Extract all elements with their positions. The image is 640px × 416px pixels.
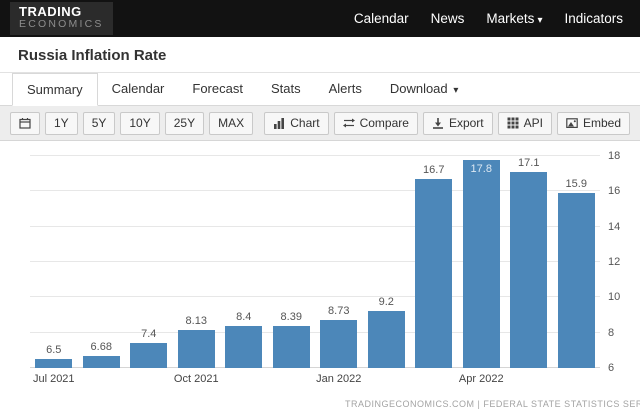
bar-rect[interactable] xyxy=(35,359,72,368)
tab-stats[interactable]: Stats xyxy=(257,73,315,105)
bar-rect[interactable] xyxy=(273,326,310,368)
chart: 6.56.687.48.138.48.398.739.216.717.817.1… xyxy=(30,156,600,389)
export-button-label: Export xyxy=(449,116,484,130)
range-5y-button[interactable]: 5Y xyxy=(83,112,116,135)
bar-feb-2022[interactable]: 9.2 xyxy=(363,156,411,368)
bar-mar-2022[interactable]: 16.7 xyxy=(410,156,458,368)
bar-rect[interactable] xyxy=(225,326,262,368)
bar-rect[interactable] xyxy=(83,356,120,368)
tab-bar: Summary Calendar Forecast Stats Alerts D… xyxy=(0,73,640,106)
download-icon xyxy=(432,117,444,129)
api-button[interactable]: API xyxy=(498,112,552,135)
export-button[interactable]: Export xyxy=(423,112,493,135)
bar-value-label: 7.4 xyxy=(117,328,181,340)
embed-button-label: Embed xyxy=(583,116,621,130)
tab-summary[interactable]: Summary xyxy=(12,73,98,106)
logo-line2: ECONOMICS xyxy=(19,19,104,31)
grid-icon xyxy=(507,117,519,129)
image-icon xyxy=(566,117,578,129)
bar-rect[interactable] xyxy=(558,193,595,368)
chevron-down-icon: ▾ xyxy=(451,85,459,96)
bar-value-label: 15.9 xyxy=(545,178,609,190)
shuffle-icon xyxy=(343,117,355,129)
bar-chart-icon xyxy=(273,117,285,129)
y-tick-label: 14 xyxy=(608,221,620,233)
bar-value-label: 17.1 xyxy=(497,157,561,169)
title-bar: Russia Inflation Rate xyxy=(0,37,640,73)
tab-alerts[interactable]: Alerts xyxy=(315,73,376,105)
embed-button[interactable]: Embed xyxy=(557,112,630,135)
y-tick-label: 6 xyxy=(608,362,614,374)
chart-button-label: Chart xyxy=(290,116,319,130)
range-max-button[interactable]: MAX xyxy=(209,112,253,135)
chart-plot: 6.56.687.48.138.48.398.739.216.717.817.1… xyxy=(30,156,600,368)
chart-type-button[interactable]: Chart xyxy=(264,112,328,135)
chart-x-axis: Jul 2021 Oct 2021 Jan 2022 Apr 2022 xyxy=(30,373,600,389)
x-tick-label: Jul 2021 xyxy=(33,373,75,385)
chart-toolbar: 1Y 5Y 10Y 25Y MAX Chart Compare Export A… xyxy=(0,106,640,141)
nav-indicators[interactable]: Indicators xyxy=(553,11,634,26)
tab-download-label: Download xyxy=(390,81,448,96)
nav-menu: Calendar News Markets▾ Indicators xyxy=(343,11,634,26)
bar-oct-2021[interactable]: 8.13 xyxy=(173,156,221,368)
bar-rect[interactable] xyxy=(178,330,215,368)
bar-rect[interactable] xyxy=(415,179,452,368)
nav-markets[interactable]: Markets▾ xyxy=(475,11,553,26)
y-tick-label: 16 xyxy=(608,185,620,197)
nav-markets-label: Markets xyxy=(486,11,534,26)
bar-rect[interactable] xyxy=(320,320,357,368)
bar-jul-2021[interactable]: 6.5 xyxy=(30,156,78,368)
tab-forecast[interactable]: Forecast xyxy=(178,73,257,105)
bars-row: 6.56.687.48.138.48.398.739.216.717.817.1… xyxy=(30,156,600,368)
page: TRADING ECONOMICS Calendar News Markets▾… xyxy=(0,0,640,416)
bar-sep-2021[interactable]: 7.4 xyxy=(125,156,173,368)
range-1y-button[interactable]: 1Y xyxy=(45,112,78,135)
logo-line1: TRADING xyxy=(19,5,104,19)
bar-dec-2021[interactable]: 8.39 xyxy=(268,156,316,368)
top-nav: TRADING ECONOMICS Calendar News Markets▾… xyxy=(0,0,640,37)
nav-news[interactable]: News xyxy=(420,11,476,26)
bar-rect[interactable] xyxy=(368,311,405,368)
logo[interactable]: TRADING ECONOMICS xyxy=(10,2,113,35)
x-tick-label: Apr 2022 xyxy=(459,373,504,385)
bar-value-label: 6.68 xyxy=(70,341,134,353)
bar-jun-2022[interactable]: 15.9 xyxy=(553,156,601,368)
bar-rect[interactable] xyxy=(463,160,500,368)
tab-download[interactable]: Download ▾ xyxy=(376,73,473,105)
y-tick-label: 8 xyxy=(608,327,614,339)
bar-value-label: 9.2 xyxy=(355,296,419,308)
bar-apr-2022[interactable]: 17.8 xyxy=(458,156,506,368)
compare-button-label: Compare xyxy=(360,116,409,130)
date-range-button[interactable] xyxy=(10,112,40,135)
chevron-down-icon: ▾ xyxy=(537,15,542,26)
page-title: Russia Inflation Rate xyxy=(18,47,622,64)
bar-nov-2021[interactable]: 8.4 xyxy=(220,156,268,368)
bar-rect[interactable] xyxy=(130,343,167,368)
chart-attribution: TRADINGECONOMICS.COM | FEDERAL STATE STA… xyxy=(345,399,640,409)
range-10y-button[interactable]: 10Y xyxy=(120,112,159,135)
calendar-icon xyxy=(19,117,31,129)
x-tick-label: Jan 2022 xyxy=(316,373,361,385)
y-tick-label: 18 xyxy=(608,150,620,162)
tab-calendar[interactable]: Calendar xyxy=(98,73,179,105)
compare-button[interactable]: Compare xyxy=(334,112,418,135)
y-tick-label: 12 xyxy=(608,256,620,268)
range-25y-button[interactable]: 25Y xyxy=(165,112,204,135)
api-button-label: API xyxy=(524,116,543,130)
y-tick-label: 10 xyxy=(608,291,620,303)
nav-calendar[interactable]: Calendar xyxy=(343,11,420,26)
x-tick-label: Oct 2021 xyxy=(174,373,219,385)
bar-jan-2022[interactable]: 8.73 xyxy=(315,156,363,368)
bar-rect[interactable] xyxy=(510,172,547,368)
